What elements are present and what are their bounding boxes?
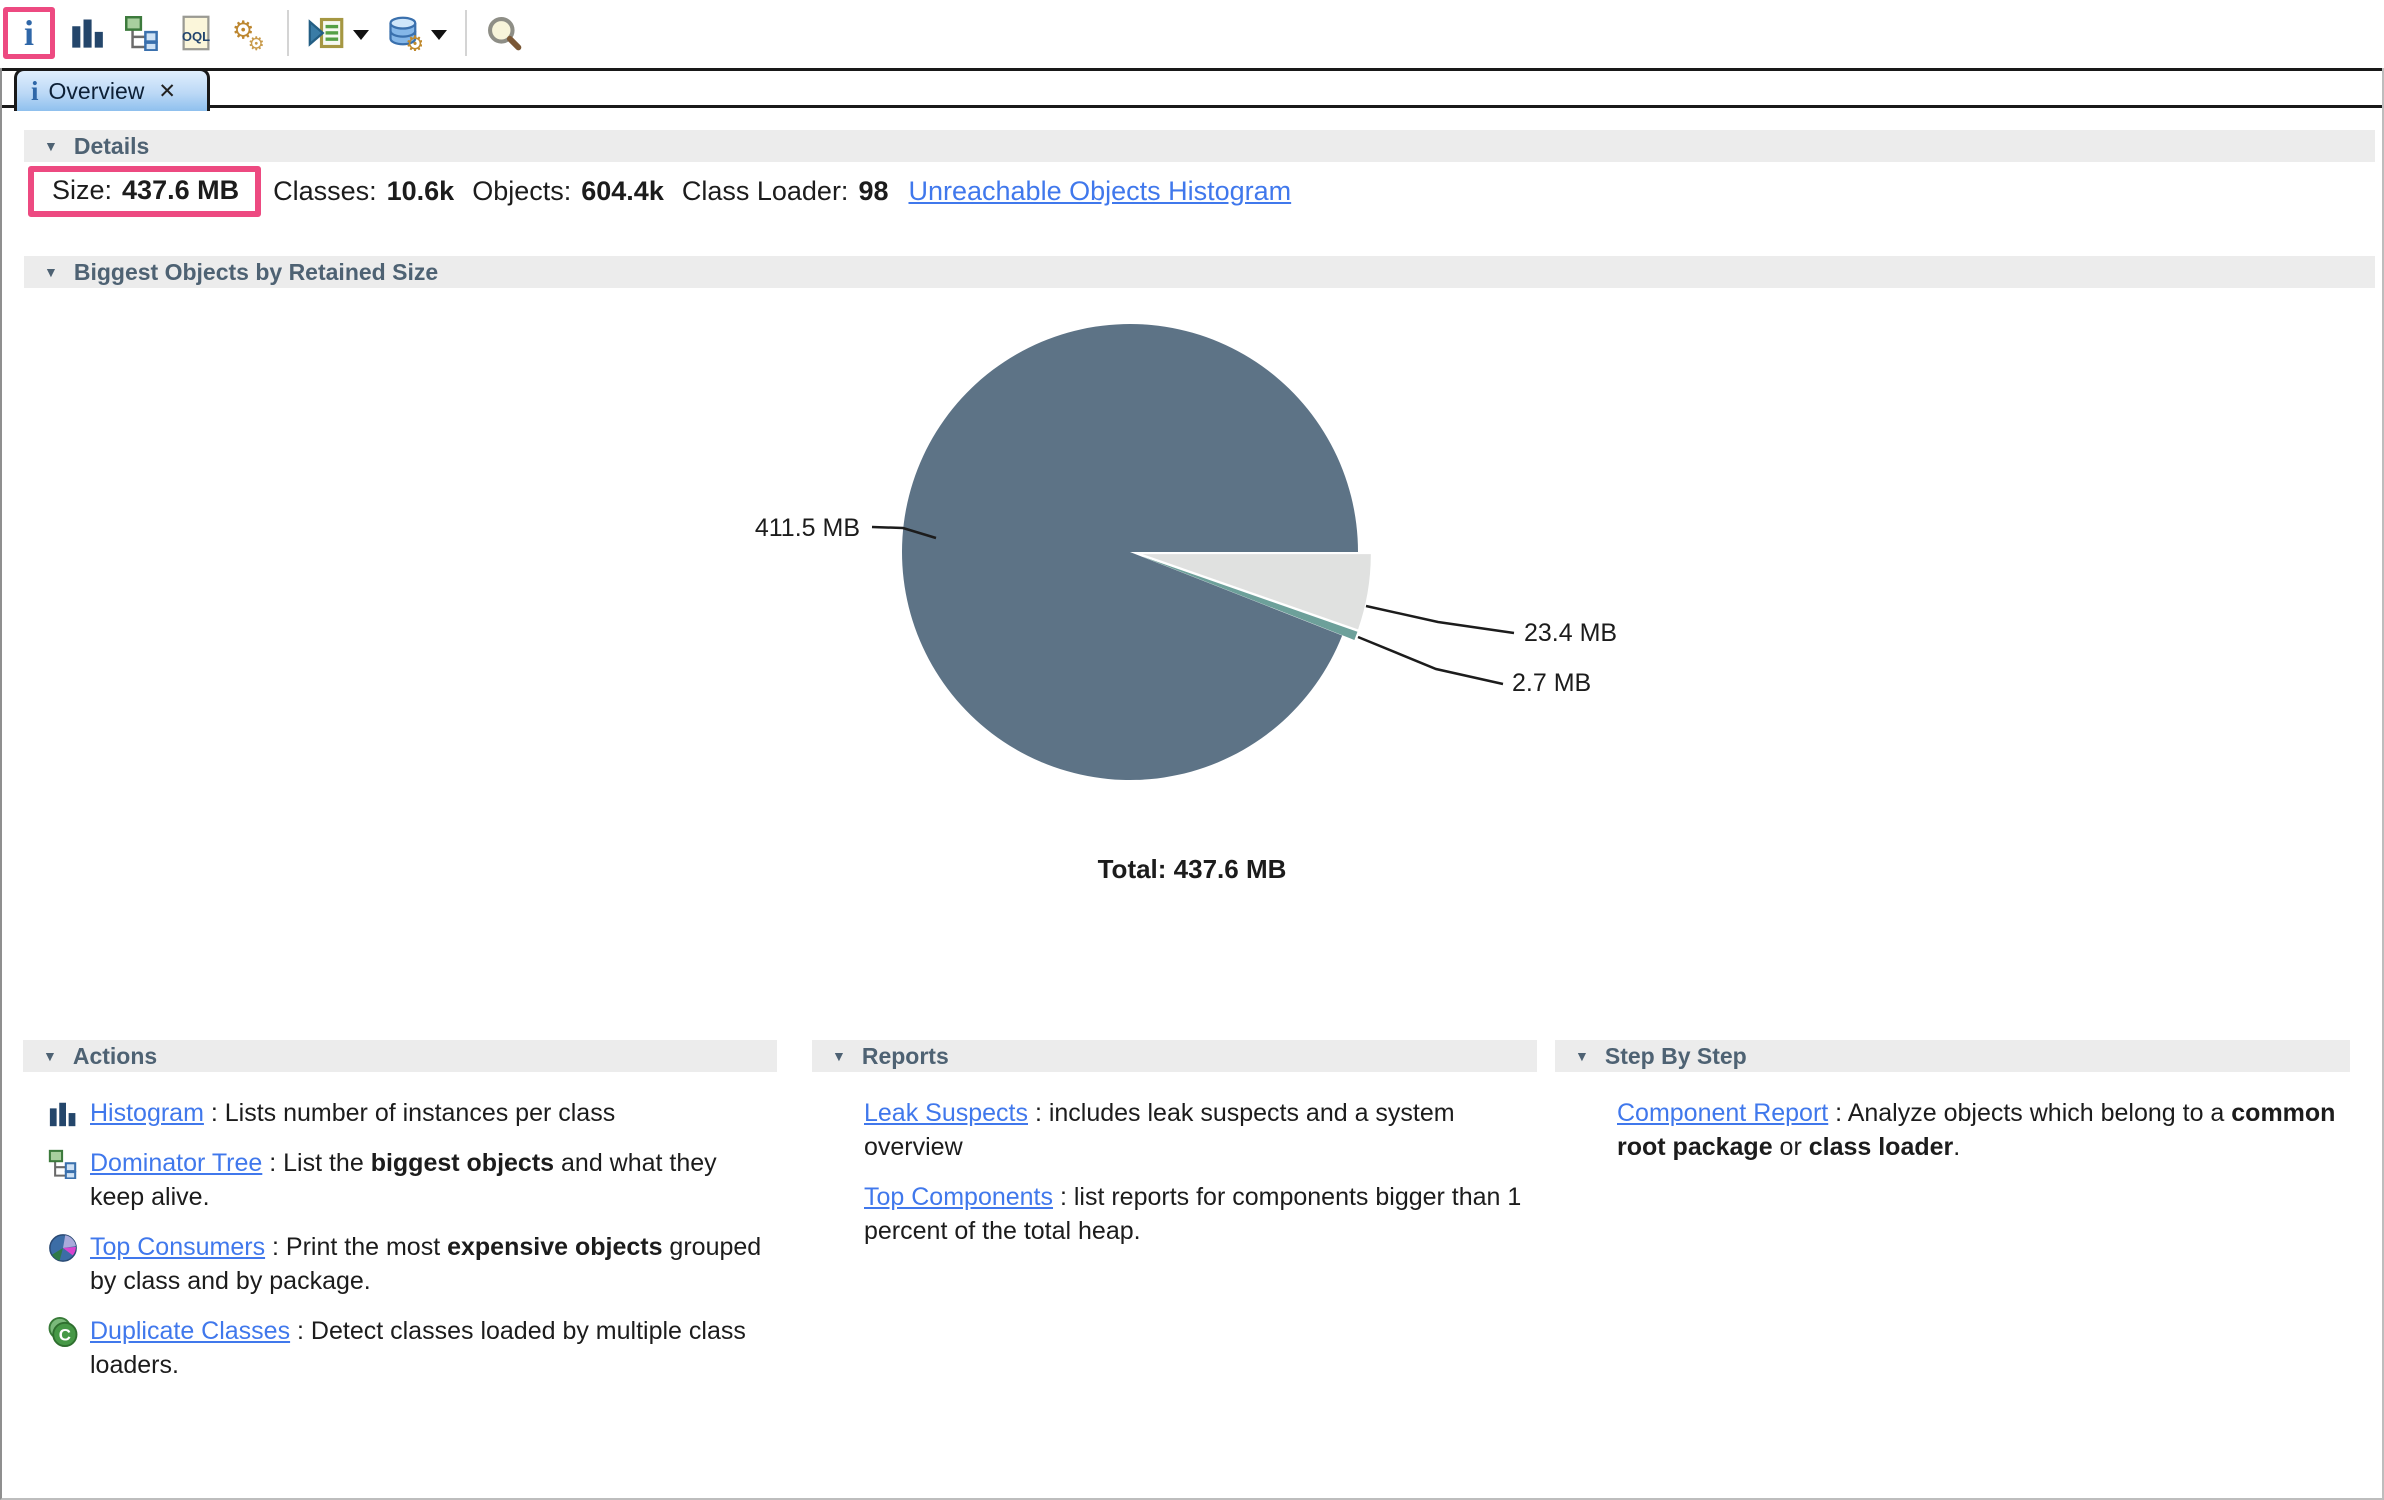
- histogram-link[interactable]: Histogram: [90, 1099, 204, 1127]
- slice-label: 411.5 MB: [755, 514, 860, 542]
- size-value: 437.6 MB: [122, 175, 239, 206]
- histogram-button[interactable]: [61, 3, 115, 63]
- search-icon: [486, 15, 522, 51]
- item-text: Dominator Tree : List the biggest object…: [90, 1146, 777, 1214]
- top-components-link[interactable]: Top Components: [864, 1183, 1053, 1211]
- actions-section: ▼ Actions Histogram : Lists number of in…: [23, 1040, 777, 1398]
- section-header-step-by-step: ▼ Step By Step: [1555, 1040, 2350, 1072]
- memory-analyzer-window: { "highlight_color": "#ed4a81", "toolbar…: [0, 0, 2384, 1500]
- item-text: Leak Suspects : includes leak suspects a…: [864, 1096, 1524, 1164]
- info-icon: i: [11, 15, 47, 51]
- heap-dump-icon: ⚙: [386, 15, 422, 51]
- retained-size-pie-chart: 23.4 MB 2.7 MB 411.5 MB Total: 437.6 MB: [0, 270, 2384, 930]
- svg-text:OQL: OQL: [182, 29, 210, 44]
- size-label: Size:: [52, 175, 112, 206]
- overview-info-button[interactable]: i: [9, 13, 49, 53]
- dropdown-arrow-icon[interactable]: [353, 30, 369, 40]
- pie-slice-411.5-MB[interactable]: [902, 324, 1358, 780]
- section-title: Step By Step: [1605, 1039, 1747, 1073]
- leader-line: [1366, 606, 1514, 633]
- list-item: Histogram : Lists number of instances pe…: [48, 1096, 777, 1130]
- duplicate-classes-link[interactable]: Duplicate Classes: [90, 1317, 290, 1345]
- dropdown-arrow-icon[interactable]: [431, 30, 447, 40]
- section-header-reports: ▼ Reports: [812, 1040, 1537, 1072]
- heap-dump-actions-button[interactable]: ⚙: [377, 3, 431, 63]
- collapse-triangle-icon[interactable]: ▼: [43, 1039, 57, 1073]
- item-text: Duplicate Classes : Detect classes loade…: [90, 1314, 777, 1382]
- top-consumers-icon: [48, 1233, 78, 1263]
- dominator-tree-icon: [124, 15, 160, 51]
- heap-details-line: Size: 437.6 MB Classes: 10.6k Objects: 6…: [28, 164, 1291, 218]
- list-item: C Duplicate Classes : Detect classes load…: [48, 1314, 777, 1382]
- collapse-triangle-icon[interactable]: ▼: [832, 1039, 846, 1073]
- section-title: Reports: [862, 1039, 949, 1073]
- main-toolbar: i OQL ⚙ ⚙: [0, 0, 2384, 66]
- section-title: Actions: [73, 1039, 157, 1073]
- run-report-icon: [308, 15, 344, 51]
- list-item: Top Components : list reports for compon…: [864, 1180, 1537, 1248]
- class-loader-value: 98: [858, 176, 888, 207]
- item-text: Top Components : list reports for compon…: [864, 1180, 1524, 1248]
- top-consumers-link[interactable]: Top Consumers: [90, 1233, 265, 1261]
- list-item: Dominator Tree : List the biggest object…: [48, 1146, 777, 1214]
- svg-text:C: C: [59, 1326, 71, 1345]
- list-item: Component Report : Analyze objects which…: [1617, 1096, 2350, 1164]
- slice-label: 2.7 MB: [1512, 669, 1591, 697]
- class-loader-label: Class Loader:: [682, 176, 849, 207]
- annotation-highlight-size: Size: 437.6 MB: [28, 166, 261, 217]
- reports-section: ▼ Reports Leak Suspects : includes leak …: [812, 1040, 1537, 1264]
- dominator-tree-link[interactable]: Dominator Tree: [90, 1149, 262, 1177]
- list-item: Top Consumers : Print the most expensive…: [48, 1230, 777, 1298]
- tab-label: Overview: [49, 78, 145, 105]
- section-header-actions: ▼ Actions: [23, 1040, 777, 1072]
- configuration-gears-button[interactable]: ⚙ ⚙: [223, 3, 277, 63]
- toolbar-separator: [287, 10, 289, 56]
- classes-value: 10.6k: [387, 176, 455, 207]
- svg-text:i: i: [24, 15, 34, 51]
- item-text: Component Report : Analyze objects which…: [1617, 1096, 2350, 1164]
- dominator-tree-icon: [48, 1149, 78, 1179]
- annotation-highlight-toolbar: i: [3, 7, 55, 59]
- slice-label: 23.4 MB: [1524, 619, 1617, 647]
- close-icon[interactable]: ✕: [158, 79, 176, 104]
- section-title: Details: [74, 133, 149, 160]
- histogram-icon: [48, 1099, 78, 1129]
- oql-icon: OQL: [178, 15, 214, 51]
- info-icon: i: [31, 78, 39, 105]
- collapse-triangle-icon[interactable]: ▼: [44, 138, 58, 154]
- dominator-tree-button[interactable]: [115, 3, 169, 63]
- classes-label: Classes:: [273, 176, 377, 207]
- toolbar-separator: [465, 10, 467, 56]
- run-expert-report-button[interactable]: [299, 3, 353, 63]
- svg-text:⚙: ⚙: [405, 32, 422, 51]
- search-button[interactable]: [477, 3, 531, 63]
- leak-suspects-link[interactable]: Leak Suspects: [864, 1099, 1028, 1127]
- oql-button[interactable]: OQL: [169, 3, 223, 63]
- item-text: Histogram : Lists number of instances pe…: [90, 1096, 777, 1130]
- tab-overview[interactable]: i Overview ✕: [14, 68, 210, 111]
- list-item: Leak Suspects : includes leak suspects a…: [864, 1096, 1537, 1164]
- svg-text:⚙: ⚙: [248, 34, 265, 51]
- editor-tab-bar: i Overview ✕: [0, 68, 2384, 108]
- unreachable-objects-histogram-link[interactable]: Unreachable Objects Histogram: [908, 176, 1291, 207]
- item-text: Top Consumers : Print the most expensive…: [90, 1230, 777, 1298]
- histogram-icon: [70, 15, 106, 51]
- gears-icon: ⚙ ⚙: [232, 15, 268, 51]
- component-report-link[interactable]: Component Report: [1617, 1099, 1828, 1127]
- pie-total-label: Total: 437.6 MB: [1098, 854, 1287, 884]
- section-header-details: ▼ Details: [24, 130, 2375, 162]
- collapse-triangle-icon[interactable]: ▼: [1575, 1039, 1589, 1073]
- duplicate-classes-icon: C: [48, 1317, 78, 1347]
- leader-line: [1358, 637, 1503, 684]
- step-by-step-section: ▼ Step By Step Component Report : Analyz…: [1555, 1040, 2350, 1180]
- objects-label: Objects:: [472, 176, 571, 207]
- objects-value: 604.4k: [581, 176, 664, 207]
